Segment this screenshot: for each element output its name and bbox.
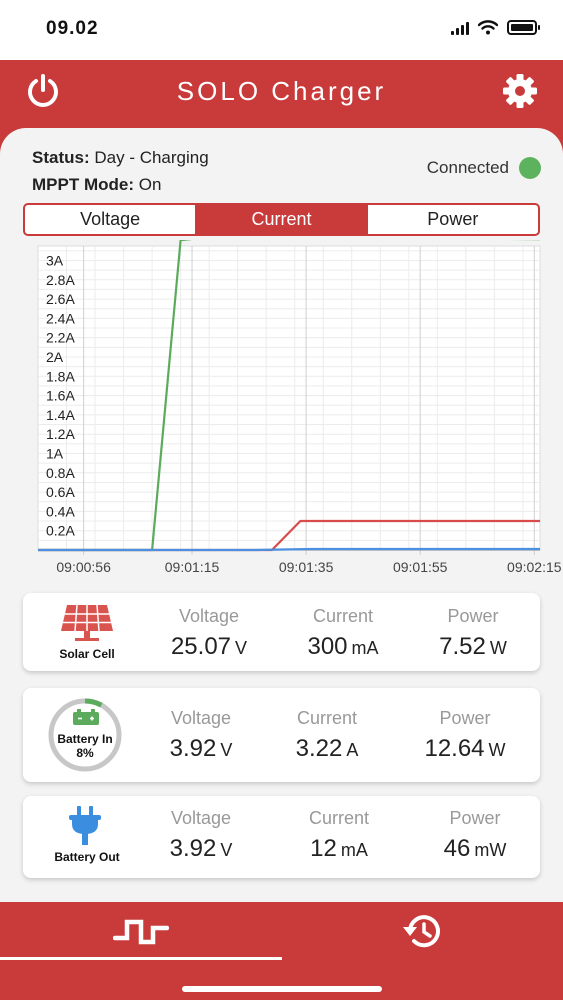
solar-current: Current 300 mA: [287, 606, 399, 661]
status-time: 09.02: [46, 18, 99, 39]
status-icons: [451, 20, 540, 35]
chart-y-tick-label: 2.8A: [46, 272, 75, 288]
solar-cell-label: Solar Cell: [59, 647, 115, 661]
chart-y-tick-label: 1.2A: [46, 426, 75, 442]
tab-current[interactable]: Current: [196, 205, 368, 234]
metric-value: 12: [310, 835, 337, 862]
app-header: SOLO Charger: [0, 60, 563, 128]
metric-label: Power: [439, 708, 491, 728]
metric-value: 12.64: [424, 735, 485, 762]
solar-power: Power 7.52 W: [417, 606, 529, 661]
metric-unit: W: [488, 740, 506, 760]
chart-y-tick-label: 1.4A: [46, 407, 75, 423]
metric-value: 25.07: [170, 633, 232, 660]
chart-x-tick-label: 09:01:35: [279, 559, 334, 575]
wifi-icon: [478, 20, 498, 35]
metric-label: Voltage: [178, 606, 240, 626]
metric-unit: mA: [351, 638, 379, 658]
chart-x-tick-label: 09:01:55: [393, 559, 448, 575]
metric-value: 3.22: [295, 735, 343, 762]
chart-y-tick-label: 2.6A: [46, 291, 75, 307]
chart-tabs: Voltage Current Power: [23, 203, 540, 236]
status-bar: 09.02: [0, 0, 563, 60]
solar-cell-card[interactable]: Solar Cell Voltage 25.07 V Current 300 mA …: [23, 593, 540, 671]
plug-icon: [69, 806, 101, 845]
current-chart: 3A 2.8A 2.6A 2.4A 2.2A 2A 1.8A 1.6A 1.4A 1.2A 1A 0.…: [37, 240, 562, 575]
metric-label: Current: [296, 708, 358, 728]
metric-unit: V: [220, 840, 233, 860]
history-icon[interactable]: [400, 912, 444, 950]
main-content: Status: Day - Charging MPPT Mode: On Con…: [0, 128, 563, 902]
battery-in-name: Battery In: [57, 732, 113, 746]
battery-icon: [73, 709, 99, 725]
status-line: Status: Day - Charging: [32, 144, 209, 171]
battery-in-label: Battery In 8%: [40, 732, 130, 760]
battery-out-current: Current 12 mA: [283, 808, 395, 863]
metric-label: Voltage: [170, 808, 232, 828]
chart-y-tick-label: 1.8A: [46, 368, 75, 384]
connection-label: Connected: [426, 158, 509, 177]
battery-status-icon: [507, 20, 540, 35]
status-label: Status:: [32, 148, 90, 167]
metric-unit: V: [235, 638, 248, 658]
battery-out-voltage: Voltage 3.92 V: [145, 808, 257, 863]
battery-out-power: Power 46 mW: [419, 808, 531, 863]
metric-label: Current: [312, 606, 374, 626]
metric-value: 300: [307, 633, 348, 660]
metric-unit: V: [220, 740, 233, 760]
metric-value: 3.92: [169, 835, 217, 862]
metric-value: 3.92: [169, 735, 217, 762]
metric-unit: mW: [474, 840, 507, 860]
solar-panel-icon: [61, 604, 113, 641]
chart-y-tick-label: 3A: [46, 252, 64, 268]
live-pulse-icon[interactable]: [113, 916, 169, 948]
tab-voltage[interactable]: Voltage: [25, 205, 197, 234]
battery-in-power: Power 12.64 W: [401, 708, 529, 763]
metric-value: 7.52: [439, 633, 486, 660]
chart-series-line-2: [38, 547, 540, 552]
metric-value: 46: [443, 835, 471, 862]
tab-power[interactable]: Power: [368, 205, 538, 234]
chart-x-tick-label: 09:01:15: [165, 559, 220, 575]
chart-y-tick-label: 0.6A: [46, 484, 75, 500]
chart-y-tick-label: 0.8A: [46, 465, 75, 481]
chart-y-tick-label: 1.6A: [46, 388, 75, 404]
metric-label: Power: [449, 808, 501, 828]
chart-y-tick-label: 0.4A: [46, 503, 75, 519]
battery-percent: 8%: [76, 746, 94, 760]
metric-unit: A: [346, 740, 359, 760]
cellular-signal-icon: [451, 21, 469, 35]
metric-unit: W: [489, 638, 507, 658]
battery-in-voltage: Voltage 3.92 V: [145, 708, 257, 763]
status-value: Day - Charging: [94, 148, 209, 167]
chart-y-tick-label: 1A: [46, 445, 64, 461]
mppt-value: On: [138, 175, 162, 194]
connection-status: Connected: [427, 157, 541, 179]
metric-label: Voltage: [170, 708, 232, 728]
chart-y-tick-label: 2.4A: [46, 310, 75, 326]
connection-indicator-icon: [519, 157, 541, 179]
chart-x-tick-label: 09:00:56: [56, 559, 111, 575]
battery-out-card[interactable]: Battery Out Voltage 3.92 V Current 12 mA P…: [23, 796, 540, 878]
metric-label: Current: [308, 808, 370, 828]
battery-in-card[interactable]: Battery In 8% Voltage 3.92 V Current 3.22…: [23, 688, 540, 782]
chart-y-tick-label: 0.2A: [46, 523, 75, 539]
chart-y-tick-label: 2A: [46, 349, 64, 365]
mppt-line: MPPT Mode: On: [32, 171, 209, 198]
battery-in-current: Current 3.22 A: [271, 708, 383, 763]
metric-unit: mA: [340, 840, 368, 860]
mppt-label: MPPT Mode:: [32, 175, 134, 194]
chart-x-tick-label: 09:02:15: [507, 559, 562, 575]
chart-y-tick-label: 2.2A: [46, 330, 75, 346]
bottom-nav: [0, 902, 563, 1000]
active-tab-indicator: [0, 957, 282, 960]
solar-voltage: Voltage 25.07 V: [153, 606, 265, 661]
chart-plot-area: [37, 245, 541, 551]
home-indicator: [182, 986, 382, 992]
battery-out-label: Battery Out: [54, 850, 120, 864]
status-block: Status: Day - Charging MPPT Mode: On: [32, 144, 209, 198]
app-title: SOLO Charger: [176, 76, 387, 106]
metric-label: Power: [447, 606, 499, 626]
gear-icon[interactable]: [501, 72, 539, 110]
